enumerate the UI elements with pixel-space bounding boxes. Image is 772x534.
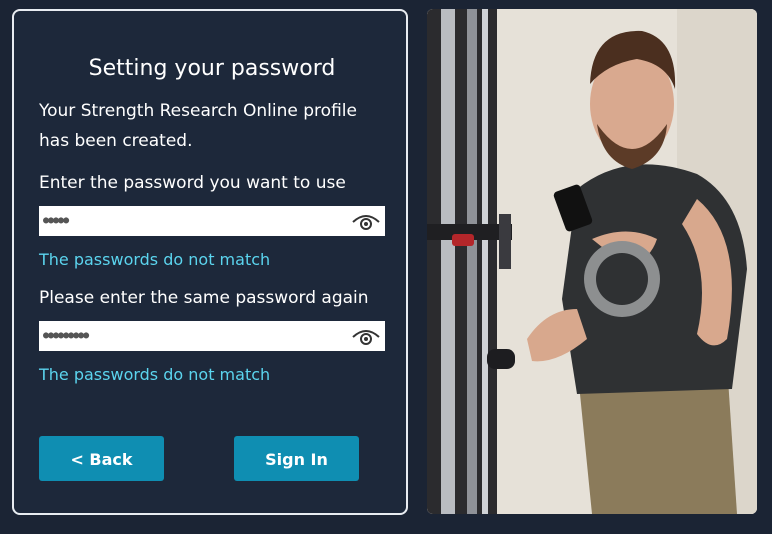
confirm-password-error: The passwords do not match	[39, 365, 271, 384]
confirm-password-field[interactable]: ●●●●●●●●●	[39, 321, 385, 351]
eye-icon[interactable]	[351, 210, 381, 232]
page: Setting your password Your Strength Rese…	[0, 0, 772, 534]
sign-in-button[interactable]: Sign In	[234, 436, 359, 481]
password-error: The passwords do not match	[39, 250, 271, 269]
eye-icon[interactable]	[351, 325, 381, 347]
page-title: Setting your password	[88, 56, 336, 81]
back-button[interactable]: < Back	[39, 436, 164, 481]
password-value: ●●●●●	[43, 215, 69, 226]
password-card: Setting your password Your Strength Rese…	[12, 9, 408, 515]
profile-created-message: Your Strength Research Online profile ha…	[39, 101, 357, 151]
password-field[interactable]: ●●●●●	[39, 206, 385, 236]
confirm-password-value: ●●●●●●●●●	[43, 330, 89, 341]
password-label: Enter the password you want to use	[39, 173, 346, 193]
confirm-password-label: Please enter the same password again	[39, 288, 369, 308]
gym-user-photo	[427, 9, 757, 514]
